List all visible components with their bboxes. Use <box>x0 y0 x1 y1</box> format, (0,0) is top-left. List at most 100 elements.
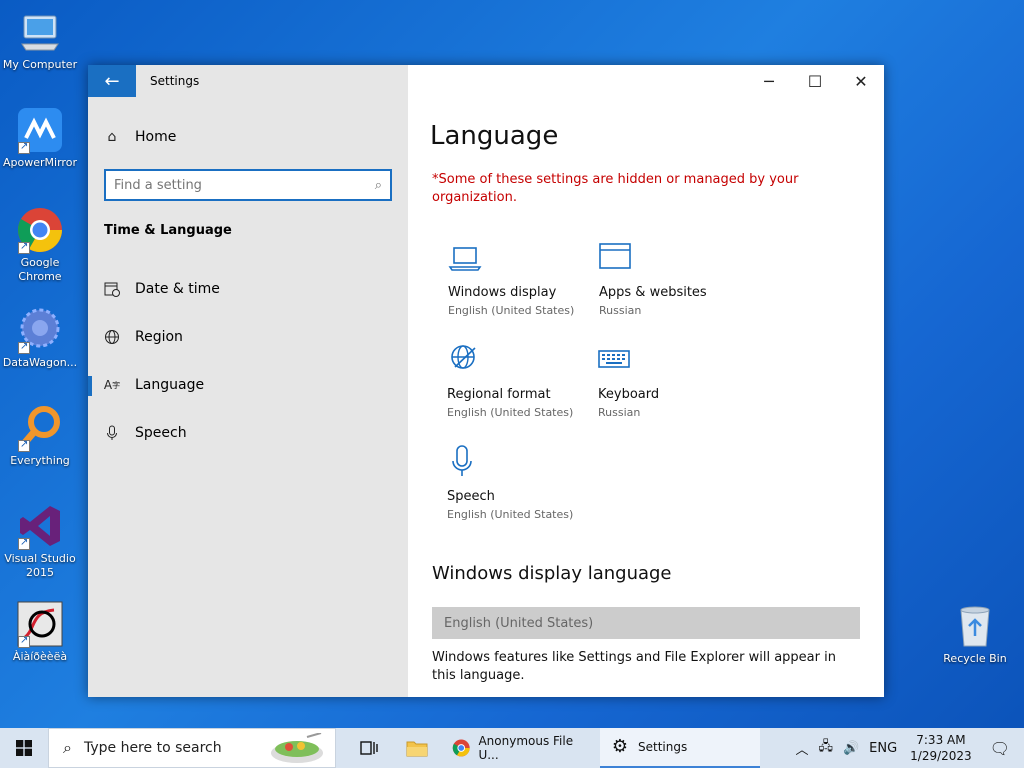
sidebar-item-speech[interactable]: Speech <box>104 425 187 441</box>
taskbar-app-chrome[interactable]: Anonymous File U... <box>442 728 598 768</box>
network-icon[interactable]: 🖧 <box>818 737 833 759</box>
desktop-icon-label: My Computer <box>2 58 78 71</box>
sidebar-item-label: Date & time <box>135 281 220 297</box>
display-language-description: Windows features like Settings and File … <box>432 650 836 683</box>
tile-value: English (United States) <box>447 508 574 521</box>
everything-search-icon <box>16 404 64 452</box>
desktop-icon-label: Àiàíðèèëà <box>12 650 68 663</box>
page-title: Language <box>430 121 559 151</box>
task-view-button[interactable] <box>346 728 392 768</box>
desktop-icon-google-chrome[interactable]: Google Chrome <box>0 206 80 284</box>
language-icon: A字 <box>103 378 121 392</box>
desktop-icon-recycle-bin[interactable]: Recycle Bin <box>935 602 1015 666</box>
active-indicator <box>88 376 92 396</box>
taskbar-search-placeholder: Type here to search <box>83 740 222 756</box>
taskbar-app-settings[interactable]: ⚙ Settings <box>600 728 760 768</box>
tile-apps-websites[interactable]: Apps & websites Russian <box>599 241 739 317</box>
regional-globe-icon <box>447 343 481 377</box>
sidebar-item-label: Speech <box>135 425 187 441</box>
tile-name: Apps & websites <box>599 285 707 300</box>
shortcut-arrow-icon <box>18 536 30 550</box>
desktop-icon-label: Everything <box>10 454 70 467</box>
tile-name: Keyboard <box>598 387 660 402</box>
settings-search-input[interactable] <box>114 177 375 193</box>
desktop-icon-label: Google Chrome <box>18 256 62 283</box>
taskbar-app-label: Settings <box>638 740 688 754</box>
desktop-icon-my-computer[interactable]: My Computer <box>0 8 80 72</box>
back-arrow-icon: ← <box>104 70 120 92</box>
window-title: Settings <box>150 74 200 88</box>
datawagon-icon <box>16 306 64 354</box>
settings-window: ← Settings ⌂ Home ⌕ Time & Language Date… <box>88 65 884 697</box>
file-explorer-button[interactable] <box>392 728 442 768</box>
tile-speech[interactable]: Speech English (United States) <box>447 445 587 521</box>
display-language-heading: Windows display language <box>432 563 672 584</box>
shortcut-arrow-icon <box>18 634 30 648</box>
tile-name: Windows display <box>448 285 557 300</box>
task-view-icon <box>360 741 378 755</box>
sidebar-item-region[interactable]: Region <box>104 329 183 345</box>
speaker-icon[interactable]: 🔊 <box>843 741 859 756</box>
settings-content: Language *Some of these settings are hid… <box>408 65 884 697</box>
chevron-up-icon[interactable]: ︿ <box>795 739 808 758</box>
sidebar-item-label: Language <box>135 377 205 393</box>
chrome-icon <box>16 206 64 254</box>
desktop-icon-label: Visual Studio 2015 <box>4 552 76 579</box>
shortcut-arrow-icon <box>18 340 30 354</box>
shortcut-arrow-icon <box>18 240 30 254</box>
policy-warning: *Some of these settings are hidden or ma… <box>432 172 799 205</box>
taskbar: ⌕ Type here to search Anonymous File U..… <box>0 728 1024 768</box>
dropdown-value: English (United States) <box>444 615 594 631</box>
sidebar-item-home[interactable]: ⌂ Home <box>104 129 177 145</box>
section-title: Time & Language <box>104 223 232 238</box>
desktop-icon-label: ApowerMirror <box>3 156 77 169</box>
clock-date: 1/29/2023 <box>910 749 972 763</box>
notification-icon[interactable]: 🗨 <box>990 739 1010 758</box>
desktop-icon-label: DataWagon... <box>2 356 78 369</box>
start-button[interactable] <box>0 728 48 768</box>
back-button[interactable]: ← <box>88 65 136 97</box>
keyboard-icon <box>598 343 632 377</box>
system-tray: ︿ 🖧 🔊 ENG 7:33 AM 1/29/2023 🗨 <box>790 728 1024 768</box>
desktop-icon-everything[interactable]: Everything <box>0 404 80 468</box>
desktop-icon-label: Recycle Bin <box>943 652 1007 665</box>
tile-windows-display[interactable]: Windows display English (United States) <box>448 241 588 317</box>
sidebar-item-language[interactable]: A字 Language <box>104 377 204 393</box>
settings-search-box[interactable]: ⌕ <box>104 169 392 201</box>
calendar-clock-icon <box>104 281 120 297</box>
window-icon <box>599 241 633 275</box>
tile-keyboard[interactable]: Keyboard Russian <box>598 343 738 419</box>
home-icon: ⌂ <box>107 129 117 145</box>
chrome-icon <box>452 739 470 757</box>
search-icon: ⌕ <box>374 177 382 193</box>
sidebar-item-date-time[interactable]: Date & time <box>104 281 220 297</box>
tile-regional-format[interactable]: Regional format English (United States) <box>447 343 587 419</box>
desktop-icon-visual-studio[interactable]: Visual Studio 2015 <box>0 502 80 580</box>
tile-value: English (United States) <box>448 304 575 317</box>
desktop-icon-datawagon[interactable]: DataWagon... <box>0 306 80 370</box>
microphone-icon <box>447 445 481 479</box>
shortcut-arrow-icon <box>18 140 30 154</box>
desktop-icon-apowermirror[interactable]: ApowerMirror <box>0 106 80 170</box>
laptop-icon <box>448 241 482 275</box>
tile-name: Speech <box>447 489 495 504</box>
tile-value: Russian <box>599 304 642 317</box>
microphone-icon <box>104 425 120 441</box>
input-language-indicator[interactable]: ENG <box>869 741 897 756</box>
tile-value: Russian <box>598 406 641 419</box>
computer-icon <box>16 8 64 56</box>
sidebar-item-label: Region <box>135 329 183 345</box>
taskbar-app-label: Anonymous File U... <box>478 734 574 762</box>
gear-icon: ⚙ <box>611 736 629 757</box>
desktop-icon-app[interactable]: Àiàíðèèëà <box>0 600 80 664</box>
recycle-bin-icon <box>951 602 999 650</box>
clock[interactable]: 7:33 AM 1/29/2023 <box>910 732 972 764</box>
shortcut-arrow-icon <box>18 438 30 452</box>
sidebar-item-label: Home <box>135 129 177 145</box>
tile-value: English (United States) <box>447 406 574 419</box>
search-highlight-icon <box>271 733 323 763</box>
taskbar-search-box[interactable]: ⌕ Type here to search <box>48 728 336 768</box>
apowermirror-icon <box>16 106 64 154</box>
windows-logo-icon <box>16 740 32 756</box>
display-language-dropdown[interactable]: English (United States) <box>432 607 860 639</box>
